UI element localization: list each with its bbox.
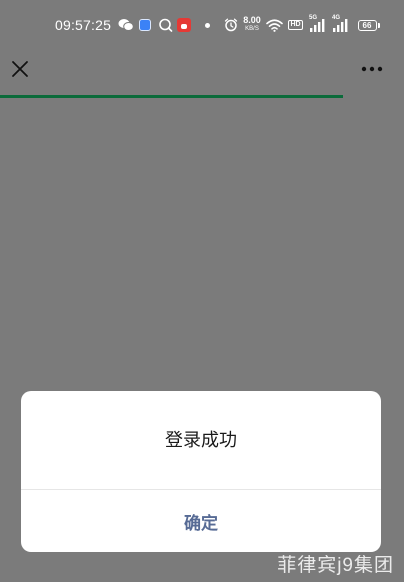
- net-speed-value: 8.00: [243, 15, 261, 25]
- status-bar: 09:57:25 8.00 KB/S HD 5G 4G 66: [0, 0, 404, 52]
- confirm-button[interactable]: 确定: [21, 490, 381, 552]
- dialog-message: 登录成功: [165, 430, 237, 450]
- dot-icon: [203, 18, 211, 32]
- hd-icon: HD: [287, 18, 304, 32]
- net-speed: 8.00 KB/S: [242, 15, 262, 33]
- watermark: 菲律宾j9集团: [277, 555, 394, 576]
- alarm-icon: [223, 18, 238, 32]
- more-icon[interactable]: [360, 60, 384, 78]
- wechat-icon: [118, 18, 134, 32]
- alert-dialog: 登录成功 确定: [21, 391, 381, 552]
- loading-progress-fill: [0, 95, 344, 98]
- signal-4g-icon: 4G: [332, 15, 349, 32]
- signal-5g-icon: 5G: [309, 15, 326, 32]
- app-red-icon: [176, 18, 192, 32]
- loading-progress-bar: [0, 95, 404, 98]
- signal-4g-label: 4G: [332, 15, 341, 21]
- app-blue-icon: [138, 18, 152, 32]
- wifi-icon: [266, 18, 283, 32]
- close-icon[interactable]: [10, 59, 30, 79]
- status-time: 09:57:25: [55, 17, 112, 33]
- net-speed-unit: KB/S: [245, 26, 259, 32]
- battery-icon: 66: [355, 18, 380, 32]
- signal-5g-label: 5G: [309, 15, 318, 21]
- battery-level: 66: [357, 19, 380, 31]
- chat-bubble-icon: [157, 18, 173, 32]
- hd-label: HD: [288, 20, 303, 30]
